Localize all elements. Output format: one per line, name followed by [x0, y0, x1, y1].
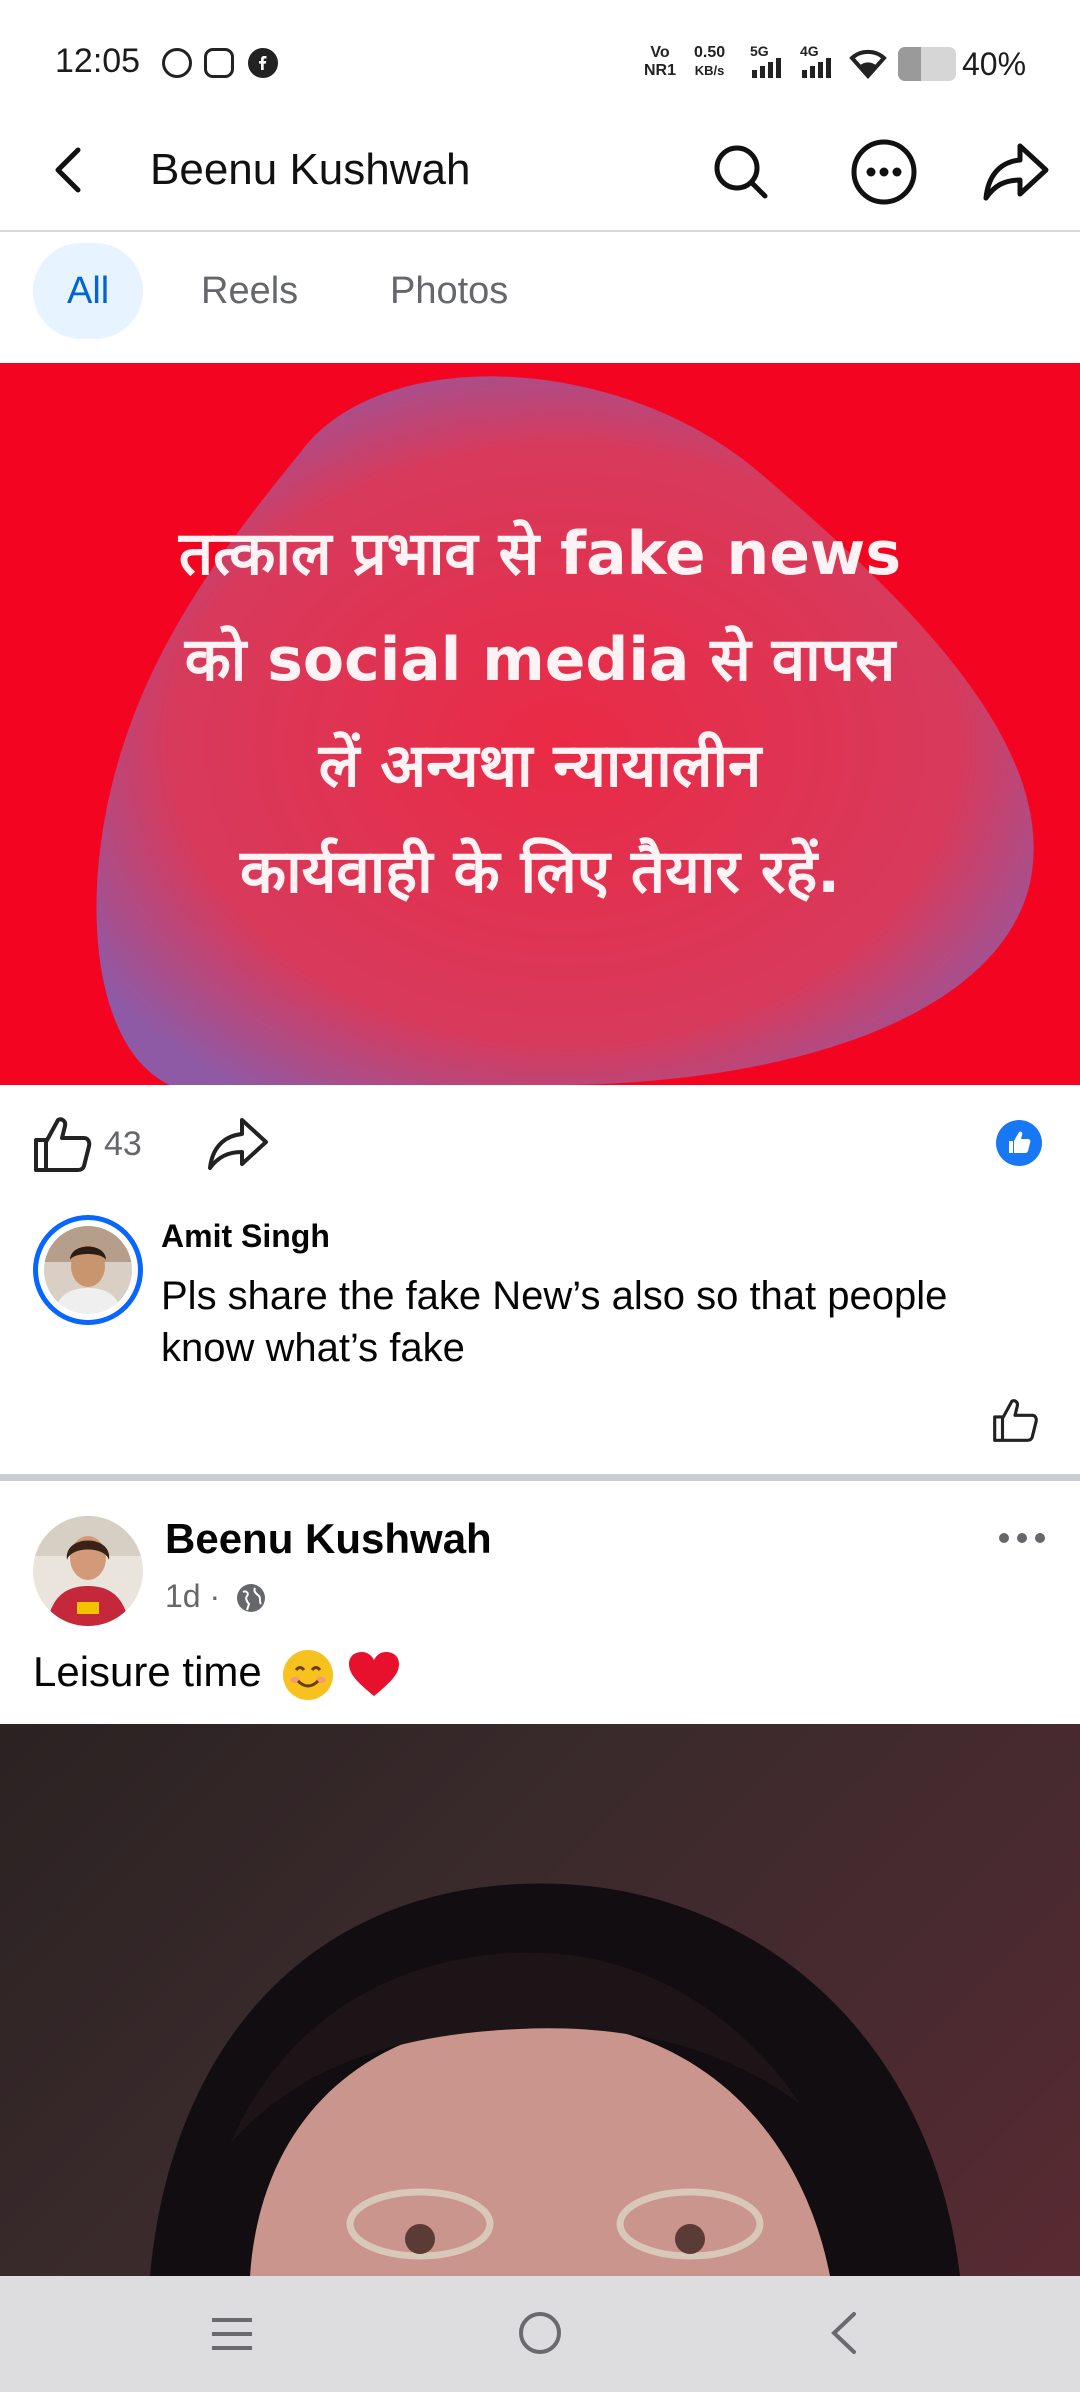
- post-caption-text: Leisure time: [33, 1648, 262, 1695]
- search-button[interactable]: [705, 136, 777, 208]
- menu-icon: [212, 2318, 252, 2350]
- thumbs-up-icon: [34, 1117, 92, 1172]
- post-author-name[interactable]: Beenu Kushwah: [165, 1515, 492, 1563]
- more-icon: [851, 139, 917, 205]
- back-icon: [55, 147, 81, 193]
- battery-icon: [898, 47, 956, 81]
- post-caption: Leisure time: [33, 1648, 401, 1700]
- back-button[interactable]: [40, 140, 100, 200]
- like-button[interactable]: [30, 1112, 94, 1176]
- section-divider: [0, 1474, 1080, 1481]
- status-time: 12:05: [55, 42, 141, 80]
- page-title: Beenu Kushwah: [150, 145, 471, 194]
- facebook-icon: [248, 48, 278, 78]
- smiling-face-emoji-icon: [283, 1649, 334, 1700]
- battery-fill: [898, 47, 922, 81]
- signal-4g-icon: 4G: [798, 42, 840, 82]
- tab-all[interactable]: All: [33, 243, 144, 339]
- comment-like-button[interactable]: [990, 1395, 1040, 1445]
- like-count: 43: [104, 1125, 142, 1163]
- share-arrow-icon: [208, 1118, 268, 1170]
- post-more-button[interactable]: [994, 1520, 1054, 1560]
- comment-text: Pls share the fake New’s also so that pe…: [161, 1274, 948, 1370]
- post-author-avatar[interactable]: [33, 1516, 143, 1626]
- wifi-icon: [848, 44, 888, 80]
- post-image-text: तत्काल प्रभाव से fake news को social med…: [178, 519, 902, 907]
- system-back-button[interactable]: [826, 2310, 860, 2356]
- post-image[interactable]: तत्काल प्रभाव से fake news को social med…: [0, 363, 1080, 1085]
- post-timestamp[interactable]: 1d ·: [165, 1578, 220, 1615]
- more-options-button[interactable]: [848, 136, 920, 208]
- volte-indicator: Vo NR1: [644, 44, 677, 79]
- thumbs-up-icon: [993, 1399, 1038, 1442]
- share-button[interactable]: [204, 1112, 272, 1176]
- globe-icon: [235, 1582, 267, 1614]
- search-icon: [714, 145, 768, 199]
- whatsapp-icon: [162, 48, 192, 78]
- avatar[interactable]: [44, 1226, 132, 1314]
- chevron-left-icon: [831, 2312, 856, 2354]
- like-reaction-icon[interactable]: [996, 1120, 1042, 1166]
- tab-reels[interactable]: Reels: [167, 243, 332, 339]
- tab-photos[interactable]: Photos: [356, 243, 542, 339]
- camera-icon: [204, 48, 234, 78]
- post-photo[interactable]: [0, 1724, 1080, 2276]
- ellipsis-icon: [999, 1533, 1045, 1543]
- share-icon: [983, 143, 1049, 201]
- signal-5g-icon: 5G: [748, 42, 790, 82]
- home-button[interactable]: [516, 2309, 564, 2357]
- home-circle-icon: [519, 2312, 561, 2354]
- network-speed: 0.50 KB/s: [694, 44, 726, 78]
- battery-percent: 40%: [962, 46, 1027, 82]
- comment-author[interactable]: Amit Singh: [161, 1218, 330, 1255]
- share-profile-button[interactable]: [978, 134, 1054, 210]
- red-heart-emoji-icon: [347, 1650, 401, 1700]
- recent-apps-button[interactable]: [208, 2314, 256, 2354]
